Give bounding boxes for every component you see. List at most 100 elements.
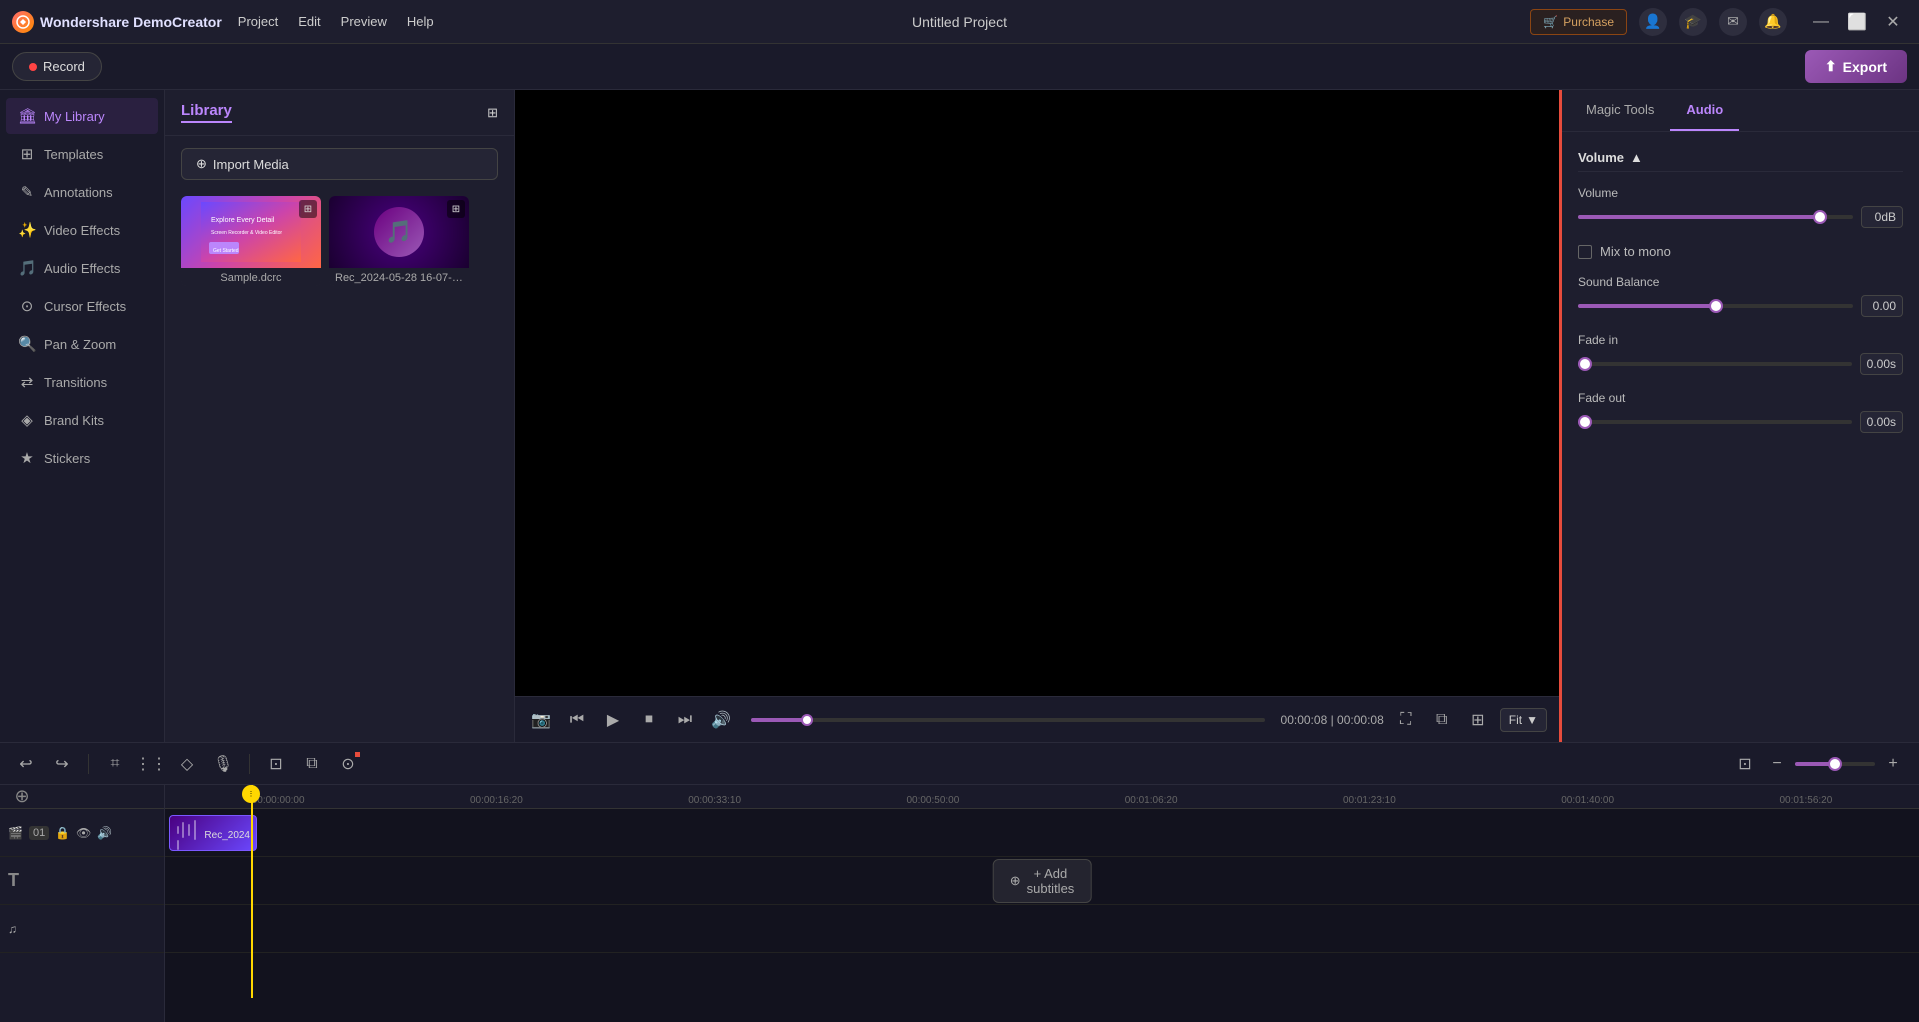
brand-kits-icon: ◈ bbox=[18, 411, 36, 429]
fade-out-thumb[interactable] bbox=[1578, 415, 1592, 429]
close-button[interactable]: ✕ bbox=[1879, 8, 1907, 36]
mix-to-mono-checkbox[interactable] bbox=[1578, 245, 1592, 259]
purchase-button[interactable]: 🛒 Purchase bbox=[1530, 9, 1627, 35]
minimize-button[interactable]: — bbox=[1807, 8, 1835, 36]
sidebar-item-transitions[interactable]: ⇄ Transitions bbox=[6, 364, 158, 400]
fade-in-thumb[interactable] bbox=[1578, 357, 1592, 371]
progress-thumb[interactable] bbox=[801, 714, 813, 726]
mail-icon[interactable]: ✉ bbox=[1719, 8, 1747, 36]
ruler-mark-5: 00:01:23:10 bbox=[1260, 795, 1478, 806]
tab-magic-tools[interactable]: Magic Tools bbox=[1570, 90, 1670, 131]
rewind-button[interactable]: ⏮ bbox=[563, 706, 591, 734]
playhead[interactable] bbox=[251, 785, 253, 998]
sidebar-item-cursor-effects[interactable]: ⊙ Cursor Effects bbox=[6, 288, 158, 324]
record-button[interactable]: Record bbox=[12, 52, 102, 81]
sidebar-item-annotations[interactable]: ✎ Annotations bbox=[6, 174, 158, 210]
undo-button[interactable]: ↩ bbox=[12, 750, 40, 778]
fullscreen-button[interactable]: ⛶ bbox=[1392, 706, 1420, 734]
ruler-mark-3: 00:00:50:00 bbox=[824, 795, 1042, 806]
zoom-slider[interactable] bbox=[1795, 762, 1875, 766]
add-track-button[interactable]: ⊕ bbox=[8, 785, 36, 811]
add-subtitle-button[interactable]: ⊕ + Add subtitles bbox=[993, 859, 1092, 903]
zoom-controls: ⊡ − + bbox=[1731, 750, 1907, 778]
pan-zoom-icon: 🔍 bbox=[18, 335, 36, 353]
preview-progress-bar[interactable] bbox=[751, 718, 1265, 722]
sidebar-item-templates-label: Templates bbox=[44, 147, 103, 162]
export-button[interactable]: ⬆ Export bbox=[1805, 50, 1907, 83]
import-media-label: Import Media bbox=[213, 157, 289, 172]
video-clip[interactable]: Rec_2024 bbox=[169, 815, 257, 851]
right-panel: Magic Tools Audio Volume ▲ Volume 0dB bbox=[1559, 90, 1919, 742]
filter-icon[interactable]: ⊞ bbox=[487, 105, 498, 121]
library-tab[interactable]: Library bbox=[181, 102, 232, 123]
sidebar-item-templates[interactable]: ⊞ Templates bbox=[6, 136, 158, 172]
sample-label: Sample.dcrc bbox=[181, 268, 321, 286]
transitions-icon: ⇄ bbox=[18, 373, 36, 391]
highlight-button[interactable]: ⊙ bbox=[334, 750, 362, 778]
audio-panel: Volume ▲ Volume 0dB Mix to mono bbox=[1562, 132, 1919, 461]
volume-value[interactable]: 0dB bbox=[1861, 206, 1903, 228]
crop-button[interactable]: ⧉ bbox=[1428, 706, 1456, 734]
group-button[interactable]: ⧉ bbox=[298, 750, 326, 778]
stop-button[interactable]: ⏹ bbox=[635, 706, 663, 734]
fade-out-value[interactable]: 0.00s bbox=[1860, 411, 1903, 433]
tab-audio[interactable]: Audio bbox=[1670, 90, 1739, 131]
zoom-out-button[interactable]: − bbox=[1763, 750, 1791, 778]
sound-balance-value[interactable]: 0.00 bbox=[1861, 295, 1903, 317]
menu-help[interactable]: Help bbox=[407, 14, 434, 29]
import-media-button[interactable]: ⊕ Import Media bbox=[181, 148, 498, 180]
text-track-row: ⊕ + Add subtitles bbox=[165, 857, 1919, 905]
zoom-in-button[interactable]: + bbox=[1879, 750, 1907, 778]
screenshot-button[interactable]: 📷 bbox=[527, 706, 555, 734]
main-layout: 🏛 My Library ⊞ Templates ✎ Annotations ✨… bbox=[0, 90, 1919, 742]
topbar-right: 🛒 Purchase 👤 🎓 ✉ 🔔 — ⬜ ✕ bbox=[1530, 8, 1907, 36]
sidebar-item-pan-zoom[interactable]: 🔍 Pan & Zoom bbox=[6, 326, 158, 362]
graduation-icon[interactable]: 🎓 bbox=[1679, 8, 1707, 36]
zoom-fit-button[interactable]: ⊡ bbox=[1731, 750, 1759, 778]
fade-out-slider[interactable] bbox=[1578, 420, 1852, 424]
expand-button[interactable]: ⊞ bbox=[1464, 706, 1492, 734]
menu-edit[interactable]: Edit bbox=[298, 14, 320, 29]
fade-in-value[interactable]: 0.00s bbox=[1860, 353, 1903, 375]
menu-preview[interactable]: Preview bbox=[341, 14, 387, 29]
timeline-section: ↩ ↪ ⌗ ⋮⋮ ◇ 🎙 ⊡ ⧉ ⊙ ⊡ − + ⊕ 🎬 bbox=[0, 742, 1919, 1022]
split-button[interactable]: ⋮⋮ bbox=[137, 750, 165, 778]
redo-button[interactable]: ↪ bbox=[48, 750, 76, 778]
audio-tab-label: Audio bbox=[1686, 102, 1723, 117]
user-avatar[interactable]: 👤 bbox=[1639, 8, 1667, 36]
sidebar-item-video-effects[interactable]: ✨ Video Effects bbox=[6, 212, 158, 248]
preview-area: 📷 ⏮ ▶ ⏹ ⏭ 🔊 00:00:08 | 00:00:08 ⛶ ⧉ ⊞ Fi… bbox=[515, 90, 1559, 742]
notification-icon[interactable]: 🔔 bbox=[1759, 8, 1787, 36]
trim-button[interactable]: ⌗ bbox=[101, 750, 129, 778]
marker-button[interactable]: ◇ bbox=[173, 750, 201, 778]
fast-forward-button[interactable]: ⏭ bbox=[671, 706, 699, 734]
sidebar-item-brand-kits[interactable]: ◈ Brand Kits bbox=[6, 402, 158, 438]
audio-toggle-icon[interactable]: 🔊 bbox=[97, 826, 112, 840]
cart-icon: 🛒 bbox=[1543, 15, 1558, 29]
visibility-icon[interactable]: 👁 bbox=[76, 826, 91, 840]
volume-thumb[interactable] bbox=[1813, 210, 1827, 224]
caption-button[interactable]: ⊡ bbox=[262, 750, 290, 778]
media-item-rec[interactable]: 🎵 ⊞ Rec_2024-05-28 16-07-44.m4a bbox=[329, 196, 469, 286]
zoom-thumb[interactable] bbox=[1828, 757, 1842, 771]
sidebar-item-my-library[interactable]: 🏛 My Library bbox=[6, 98, 158, 134]
media-item-sample[interactable]: Explore Every Detail Screen Recorder & V… bbox=[181, 196, 321, 286]
sidebar-item-audio-effects-label: Audio Effects bbox=[44, 261, 120, 276]
volume-button[interactable]: 🔊 bbox=[707, 706, 735, 734]
maximize-button[interactable]: ⬜ bbox=[1843, 8, 1871, 36]
fade-in-slider[interactable] bbox=[1578, 362, 1852, 366]
sidebar-item-audio-effects[interactable]: 🎵 Audio Effects bbox=[6, 250, 158, 286]
fit-dropdown[interactable]: Fit ▼ bbox=[1500, 708, 1547, 732]
menu-project[interactable]: Project bbox=[238, 14, 278, 29]
sound-balance-thumb[interactable] bbox=[1709, 299, 1723, 313]
playhead-marker[interactable]: ⋮ bbox=[242, 785, 260, 803]
audio-track-row bbox=[165, 905, 1919, 953]
app-logo: Wondershare DemoCreator bbox=[12, 11, 222, 33]
play-button[interactable]: ▶ bbox=[599, 706, 627, 734]
record-voice-button[interactable]: 🎙 bbox=[209, 750, 237, 778]
lock-icon[interactable]: 🔒 bbox=[55, 826, 70, 840]
sidebar-item-stickers[interactable]: ★ Stickers bbox=[6, 440, 158, 476]
audio-corner-icon: ⊞ bbox=[447, 200, 465, 218]
volume-slider[interactable] bbox=[1578, 215, 1853, 219]
sound-balance-slider[interactable] bbox=[1578, 304, 1853, 308]
